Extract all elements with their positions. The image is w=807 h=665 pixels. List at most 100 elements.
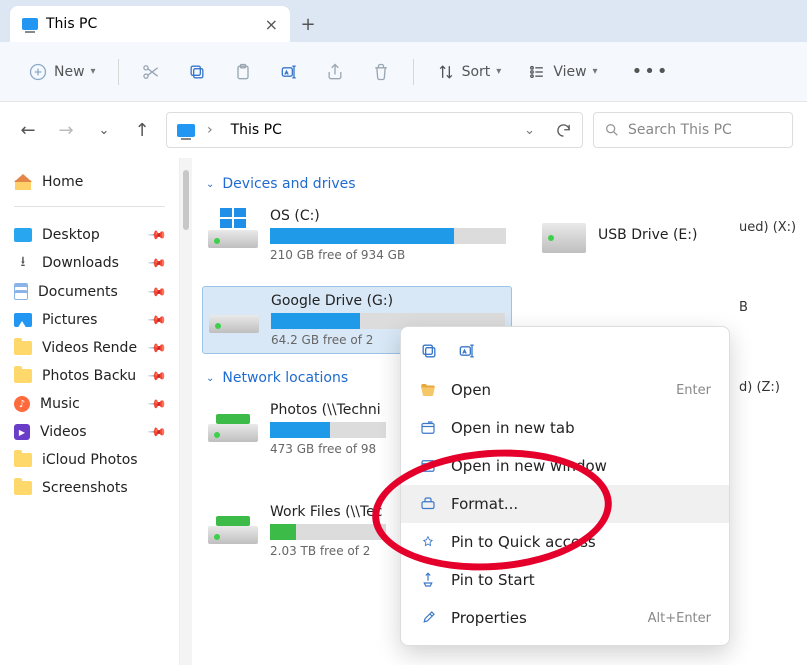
new-button[interactable]: New ▾	[18, 56, 106, 88]
capacity-bar	[270, 524, 386, 540]
scrollbar-thumb[interactable]	[183, 170, 189, 230]
drive-photos[interactable]: Photos (\\Techni 473 GB free of 98	[202, 396, 392, 462]
sidebar-item-label: Downloads	[42, 255, 119, 271]
sidebar-item-label: Pictures	[42, 312, 97, 328]
view-button[interactable]: View ▾	[517, 56, 607, 88]
divider	[118, 59, 119, 85]
refresh-icon[interactable]	[555, 122, 572, 139]
sidebar-item-videos-render[interactable]: Videos Rende📌	[6, 334, 173, 362]
pc-icon	[22, 18, 38, 30]
close-icon[interactable]: ×	[265, 15, 278, 34]
ctx-label: Pin to Quick access	[451, 533, 596, 551]
sidebar-home[interactable]: Home	[6, 168, 173, 196]
new-tab-button[interactable]: +	[290, 6, 326, 42]
download-icon: ⭳	[14, 255, 32, 271]
sidebar-item-pictures[interactable]: Pictures📌	[6, 306, 173, 334]
section-title: Network locations	[222, 370, 348, 386]
pin-icon: 📌	[147, 394, 167, 414]
chevron-down-icon: ▾	[496, 66, 501, 77]
ctx-open[interactable]: Open Enter	[401, 371, 729, 409]
sidebar-item-label: Desktop	[42, 227, 100, 243]
view-icon	[527, 62, 547, 82]
pin-icon: 📌	[147, 338, 167, 358]
drive-icon	[208, 504, 258, 544]
drive-icon	[209, 293, 259, 333]
ctx-properties[interactable]: Properties Alt+Enter	[401, 599, 729, 637]
ctx-pin-quickaccess[interactable]: Pin to Quick access	[401, 523, 729, 561]
ctx-shortcut: Enter	[676, 383, 711, 398]
sidebar-item-documents[interactable]: Documents📌	[6, 277, 173, 306]
pin-icon: 📌	[147, 281, 167, 301]
up-button[interactable]: ↑	[128, 120, 156, 141]
plus-circle-icon	[28, 62, 48, 82]
folder-icon	[14, 369, 32, 383]
sort-button[interactable]: Sort ▾	[426, 56, 512, 88]
pin-icon	[419, 533, 437, 551]
pin-icon: 📌	[147, 225, 167, 245]
chevron-down-icon[interactable]: ⌄	[524, 123, 535, 138]
music-icon: ♪	[14, 396, 30, 412]
sidebar-item-label: Photos Backu	[42, 368, 136, 384]
rename-button[interactable]	[269, 56, 309, 88]
ctx-open-tab[interactable]: Open in new tab	[401, 409, 729, 447]
drive-icon	[208, 208, 258, 248]
ctx-label: Properties	[451, 609, 527, 627]
ctx-label: Open in new tab	[451, 419, 575, 437]
search-input[interactable]: Search This PC	[593, 112, 793, 148]
trash-icon	[371, 62, 391, 82]
ctx-label: Open	[451, 381, 491, 399]
pin-icon: 📌	[147, 422, 167, 442]
share-button[interactable]	[315, 56, 355, 88]
copy-icon[interactable]	[419, 341, 439, 361]
sidebar-item-photos-backup[interactable]: Photos Backu📌	[6, 362, 173, 390]
search-icon	[604, 122, 620, 138]
desktop-icon	[14, 228, 32, 242]
sidebar-item-videos[interactable]: ▶Videos📌	[6, 418, 173, 446]
drive-name: USB Drive (E:)	[598, 227, 697, 243]
section-title: Devices and drives	[222, 176, 355, 192]
view-label: View	[553, 64, 586, 80]
tab-this-pc[interactable]: This PC ×	[10, 6, 290, 42]
sidebar-item-music[interactable]: ♪Music📌	[6, 390, 173, 418]
ctx-shortcut: Alt+Enter	[648, 611, 711, 626]
ctx-pin-start[interactable]: Pin to Start	[401, 561, 729, 599]
ctx-label: Format...	[451, 495, 518, 513]
tab-title: This PC	[46, 16, 97, 32]
address-bar[interactable]: › This PC ⌄	[166, 112, 583, 148]
recent-button[interactable]: ⌄	[90, 123, 118, 138]
breadcrumb[interactable]: This PC	[231, 122, 282, 138]
divider	[413, 59, 414, 85]
paste-button[interactable]	[223, 56, 263, 88]
drive-stub[interactable]: d) (Z:)	[737, 366, 807, 408]
sidebar-item-label: Screenshots	[42, 480, 128, 496]
ctx-open-window[interactable]: Open in new window	[401, 447, 729, 485]
scissors-icon	[141, 62, 161, 82]
ctx-format[interactable]: Format...	[401, 485, 729, 523]
more-button[interactable]: •••	[622, 55, 680, 88]
drive-workfiles[interactable]: Work Files (\\Tec 2.03 TB free of 2	[202, 498, 392, 564]
sidebar-item-screenshots[interactable]: Screenshots	[6, 474, 173, 502]
copy-button[interactable]	[177, 56, 217, 88]
forward-button[interactable]: →	[52, 120, 80, 141]
rename-icon[interactable]	[457, 341, 477, 361]
drive-stub[interactable]: B	[737, 286, 807, 328]
format-icon	[419, 495, 437, 513]
cut-button[interactable]	[131, 56, 171, 88]
drive-name: Google Drive (G:)	[271, 293, 505, 309]
folder-icon	[14, 341, 32, 355]
drive-os[interactable]: OS (C:) 210 GB free of 934 GB	[202, 202, 512, 268]
folder-icon	[14, 481, 32, 495]
sidebar-scrollbar[interactable]	[180, 158, 192, 665]
search-placeholder: Search This PC	[628, 122, 732, 138]
sidebar-item-icloud[interactable]: iCloud Photos	[6, 446, 173, 474]
sidebar-item-desktop[interactable]: Desktop 📌	[6, 221, 173, 249]
drive-free: 473 GB free of 98	[270, 442, 386, 456]
chevron-right-icon: ›	[207, 122, 213, 138]
sidebar-item-label: Videos	[40, 424, 87, 440]
delete-button[interactable]	[361, 56, 401, 88]
sidebar-item-downloads[interactable]: ⭳Downloads📌	[6, 249, 173, 277]
section-devices[interactable]: ⌄Devices and drives	[206, 176, 797, 192]
tab-bar: This PC × +	[0, 0, 807, 42]
back-button[interactable]: ←	[14, 120, 42, 141]
drive-stub[interactable]: ued) (X:)	[737, 206, 807, 248]
